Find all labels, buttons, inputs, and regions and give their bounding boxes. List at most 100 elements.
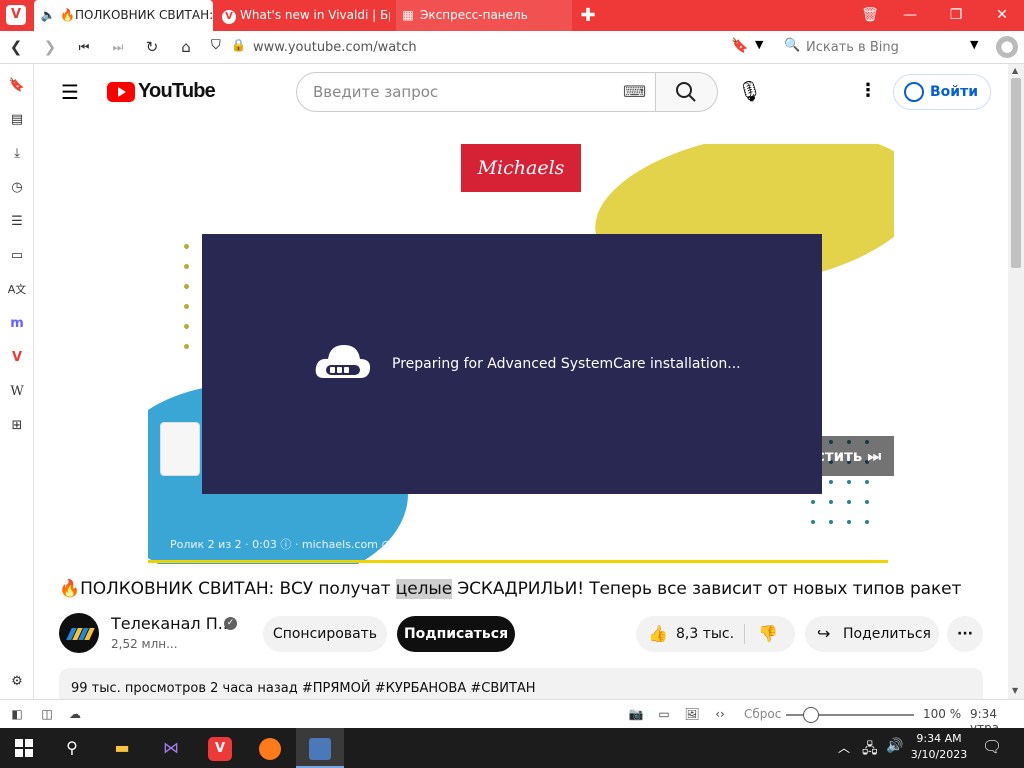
like-icon[interactable]: 👍 (648, 616, 668, 652)
more-actions-button[interactable]: ··· (947, 616, 983, 652)
tab-speed-dial[interactable]: ▦ Экспресс-панель (396, 0, 572, 31)
reload-button[interactable]: ↻ (142, 37, 162, 57)
windows-logo (15, 739, 33, 757)
keyboard-icon[interactable]: ⌨ (623, 82, 646, 101)
trash-icon[interactable]: 🗑 (848, 0, 892, 31)
tab-vivaldi-news[interactable]: V What's new in Vivaldi | Брау (218, 0, 390, 31)
notes-icon[interactable]: ☰ (7, 212, 27, 232)
translate-icon[interactable]: A文 (7, 280, 27, 300)
view-count-and-tags: 99 тыс. просмотров 2 часа назад #ПРЯМОЙ … (71, 681, 536, 696)
bookmarks-icon[interactable]: 🔖 (7, 76, 27, 96)
cloud-sync-icon[interactable]: ☁ (66, 705, 84, 723)
subscribe-button[interactable]: Подписаться (397, 616, 515, 652)
installer-message: Preparing for Advanced SystemCare instal… (392, 356, 741, 372)
like-count[interactable]: 8,3 тыс. (676, 616, 734, 652)
youtube-search-button[interactable] (655, 72, 718, 112)
tab-tiling-icon[interactable]: ◫ (38, 705, 56, 723)
image-icon[interactable]: 🖼 (683, 705, 701, 723)
scroll-up-icon[interactable]: ▲ (1012, 66, 1018, 75)
sign-in-button[interactable]: Войти (893, 74, 991, 110)
reading-list-icon[interactable]: ▤ (7, 110, 27, 130)
restore-button[interactable]: ❐ (934, 0, 978, 31)
windows-start-icon[interactable] (0, 728, 48, 768)
tab-youtube[interactable]: 🔈 🔥ПОЛКОВНИК СВИТАН: ВСУ получат целые (34, 0, 213, 31)
file-explorer-icon[interactable]: ▬ (98, 728, 146, 768)
sponsor-button[interactable]: Спонсировать (263, 616, 387, 652)
new-tab-button[interactable]: ✚ (576, 0, 600, 31)
volume-icon[interactable]: 🔊 (886, 738, 903, 754)
vivaldi-icon: V (222, 10, 236, 24)
video-title-part: ЭСКАДРИЛЬИ! Теперь все зависит от новых … (452, 579, 962, 599)
vivaldi-taskbar-icon[interactable]: V (196, 728, 244, 768)
like-dislike-group: 👍 8,3 тыс. 👎 (636, 616, 795, 652)
cloud-progress-icon (315, 345, 371, 378)
profile-icon[interactable]: ● (996, 36, 1018, 58)
rewind-button[interactable]: ⏮ (74, 37, 94, 57)
vivaldi-icon[interactable]: V (7, 348, 27, 368)
close-button[interactable]: ✕ (980, 0, 1024, 31)
home-button[interactable]: ⌂ (176, 37, 196, 57)
youtube-logo-text: YouTube (138, 80, 216, 102)
dislike-icon[interactable]: 👎 (758, 616, 778, 652)
url-field[interactable]: ⛉ 🔒 www.youtube.com/watch 🔖 ▼ (207, 36, 775, 59)
add-panel-icon[interactable]: ⊞ (7, 416, 27, 436)
scroll-down-icon[interactable]: ▼ (1012, 686, 1018, 695)
tab-title: 🔥ПОЛКОВНИК СВИТАН: ВСУ получат целые (60, 8, 213, 22)
share-icon: ↪ (817, 624, 831, 643)
notifications-icon[interactable]: 🗨 (982, 737, 1002, 756)
tab-title: What's new in Vivaldi | Брау (240, 8, 390, 22)
bookmark-icon[interactable]: 🔖 (731, 38, 748, 54)
visual-studio-icon[interactable]: ⋈ (147, 728, 195, 768)
shield-icon[interactable]: ⛉ (211, 38, 221, 53)
share-label: Поделиться (843, 626, 931, 642)
mastodon-icon[interactable]: m (7, 314, 27, 334)
share-button[interactable]: ↪ Поделиться (805, 616, 939, 652)
settings-icon[interactable]: ⚙ (7, 672, 27, 692)
video-title-highlight: целые (395, 579, 453, 599)
youtube-header: ☰ YouTube Введите запрос ⌨ 🎙 ⋮ Войти (35, 64, 1008, 120)
search-field[interactable]: 🔍 Искать в Bing ▼ (780, 36, 988, 59)
taskbar-clock[interactable]: 9:34 AM 3/10/2023 (908, 731, 970, 763)
channel-avatar[interactable] (59, 613, 99, 653)
zoom-slider-handle[interactable] (803, 707, 819, 723)
downloads-icon[interactable]: ⤓ (7, 144, 27, 164)
chevron-down-icon[interactable]: ▼ (970, 38, 978, 51)
search-icon[interactable]: ⚲ (48, 728, 96, 768)
window-panel-icon[interactable]: ▭ (7, 246, 27, 266)
account-icon (904, 82, 924, 102)
speaker-icon[interactable]: 🔈 (40, 0, 56, 31)
panel-toggle-icon[interactable]: ◧ (8, 705, 26, 723)
vivaldi-menu-icon[interactable]: V (6, 5, 26, 25)
camera-icon[interactable]: 📷 (627, 705, 645, 723)
history-icon[interactable]: ◷ (7, 178, 27, 198)
description-box[interactable]: 99 тыс. просмотров 2 часа назад #ПРЯМОЙ … (59, 668, 983, 699)
search-icon (676, 82, 696, 102)
microphone-icon[interactable]: 🎙 (737, 80, 762, 102)
forward-button[interactable]: ❯ (40, 37, 60, 57)
skip-ad-button[interactable]: стить ⏭ (812, 436, 894, 476)
grid-icon: ▦ (402, 8, 414, 22)
desktop: V 🔈 🔥ПОЛКОВНИК СВИТАН: ВСУ получат целые … (0, 0, 1024, 768)
chevron-down-icon[interactable]: ▼ (755, 38, 763, 51)
minimize-button[interactable]: — (888, 0, 932, 31)
side-panel: 🔖 ▤ ⤓ ◷ ☰ ▭ A文 m V W ⊞ ⚙ (0, 64, 34, 699)
channel-name[interactable]: Телеканал П... (111, 614, 233, 633)
installer-overlay: Preparing for Advanced SystemCare instal… (202, 234, 822, 494)
back-button[interactable]: ❮ (6, 37, 26, 57)
lock-icon[interactable]: 🔒 (231, 38, 246, 52)
scrollbar-thumb[interactable] (1011, 78, 1021, 268)
zoom-reset-button[interactable]: Сброс (744, 707, 781, 721)
wikipedia-icon[interactable]: W (7, 382, 27, 402)
show-hidden-icons[interactable]: ︿ (838, 739, 850, 756)
zoom-level: 100 % (923, 707, 962, 721)
network-icon[interactable]: 🖧 (862, 738, 878, 762)
youtube-search-input[interactable]: Введите запрос ⌨ (296, 72, 655, 112)
installer-taskbar-icon[interactable] (296, 728, 344, 768)
fast-forward-button[interactable]: ⏭ (108, 37, 128, 57)
hamburger-menu-icon[interactable]: ☰ (61, 82, 79, 102)
more-options-icon[interactable]: ⋮ (859, 80, 877, 102)
code-icon[interactable]: ‹› (711, 705, 729, 723)
page-tiling-icon[interactable]: ▭ (655, 705, 673, 723)
page-scrollbar[interactable]: ▲ ▼ (1008, 64, 1024, 699)
firefox-icon[interactable] (246, 728, 294, 768)
